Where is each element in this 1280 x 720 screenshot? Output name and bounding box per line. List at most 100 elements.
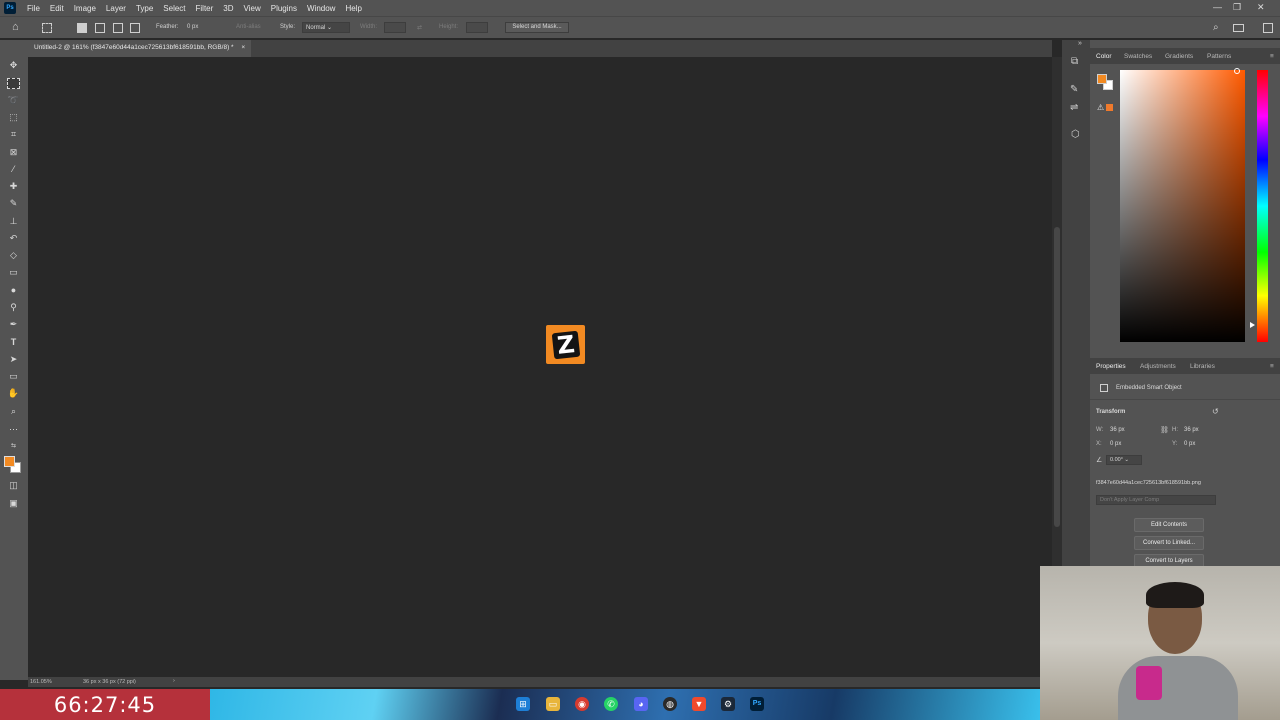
swap-icon[interactable]: ⇄ — [417, 24, 422, 31]
photoshop-logo-icon[interactable]: Ps — [4, 2, 16, 14]
tab-patterns[interactable]: Patterns — [1207, 53, 1231, 60]
hue-slider[interactable] — [1257, 70, 1268, 342]
menu-plugins[interactable]: Plugins — [266, 4, 302, 13]
obs-icon[interactable]: ◍ — [663, 697, 677, 711]
photoshop-taskbar-icon[interactable]: Ps — [750, 697, 764, 711]
restore-icon[interactable]: ❐ — [1233, 2, 1241, 13]
dodge-tool-icon[interactable]: ⚲ — [7, 302, 20, 313]
convert-to-linked-button[interactable]: Convert to Linked... — [1134, 536, 1204, 550]
y-input[interactable]: 0 px — [1184, 441, 1195, 447]
width-input[interactable] — [384, 22, 406, 33]
menu-edit[interactable]: Edit — [45, 4, 69, 13]
move-tool-icon[interactable]: ✥ — [7, 60, 20, 71]
minimize-icon[interactable]: — — [1213, 2, 1222, 12]
gamut-warning-icon[interactable]: ⚠ — [1097, 103, 1104, 112]
eyedropper-tool-icon[interactable]: ⁄ — [7, 164, 20, 175]
file-explorer-icon[interactable]: ▭ — [546, 697, 560, 711]
clone-stamp-tool-icon[interactable]: ⊥ — [7, 216, 20, 227]
panel-menu-icon[interactable]: ≡ — [1270, 53, 1274, 60]
status-menu-icon[interactable]: › — [173, 678, 175, 684]
tab-properties[interactable]: Properties — [1096, 363, 1126, 370]
tab-color[interactable]: Color — [1096, 53, 1112, 60]
color-picker-field[interactable] — [1120, 70, 1245, 342]
brave-icon[interactable]: ▼ — [692, 697, 706, 711]
brush-settings-icon[interactable]: ✎ — [1070, 84, 1078, 95]
pen-tool-icon[interactable]: ✒ — [7, 319, 20, 330]
search-icon[interactable]: ⌕ — [1213, 22, 1219, 33]
document-info[interactable]: 36 px x 36 px (72 ppi) — [83, 679, 136, 685]
color-picker-cursor[interactable] — [1234, 68, 1240, 74]
rectangle-tool-icon[interactable]: ▭ — [7, 371, 20, 382]
tab-libraries[interactable]: Libraries — [1190, 363, 1215, 370]
history-brush-tool-icon[interactable]: ↶ — [7, 233, 20, 244]
link-dimensions-icon[interactable]: ⛓ — [1160, 426, 1169, 434]
3d-panel-icon[interactable]: ⬡ — [1071, 129, 1080, 140]
chrome-icon[interactable]: ◉ — [575, 697, 589, 711]
scrollbar-thumb[interactable] — [1054, 227, 1060, 527]
close-window-icon[interactable]: ✕ — [1257, 2, 1265, 13]
tab-gradients[interactable]: Gradients — [1165, 53, 1193, 60]
tab-adjustments[interactable]: Adjustments — [1140, 363, 1176, 370]
adjust-panel-icon[interactable]: ⇌ — [1070, 102, 1078, 113]
zoom-tool-icon[interactable]: ⌕ — [7, 406, 20, 417]
panel-foreground-swatch[interactable] — [1097, 74, 1107, 84]
menu-select[interactable]: Select — [158, 4, 190, 13]
add-selection-icon[interactable] — [95, 23, 105, 33]
collapse-panels-icon[interactable]: » — [1078, 40, 1082, 47]
type-tool-icon[interactable]: T — [7, 337, 20, 348]
menu-layer[interactable]: Layer — [101, 4, 131, 13]
history-panel-icon[interactable]: ⧉ — [1071, 56, 1078, 67]
object-selection-tool-icon[interactable]: ⬚ — [7, 112, 20, 123]
brush-tool-icon[interactable]: ✎ — [7, 198, 20, 209]
screen-mode-icon[interactable]: ▣ — [7, 498, 20, 509]
canvas-smart-object[interactable]: Z — [546, 325, 585, 364]
eraser-tool-icon[interactable]: ◇ — [7, 250, 20, 261]
healing-brush-tool-icon[interactable]: ✚ — [7, 181, 20, 192]
lasso-tool-icon[interactable]: ➰ — [7, 95, 20, 106]
w-input[interactable]: 36 px — [1110, 427, 1125, 433]
home-icon[interactable]: ⌂ — [12, 21, 19, 33]
menu-help[interactable]: Help — [340, 4, 366, 13]
menu-image[interactable]: Image — [69, 4, 101, 13]
properties-menu-icon[interactable]: ≡ — [1270, 363, 1274, 370]
whatsapp-icon[interactable]: ✆ — [604, 697, 618, 711]
new-selection-icon[interactable] — [77, 23, 87, 33]
path-selection-tool-icon[interactable]: ➤ — [7, 354, 20, 365]
anti-alias-checkbox[interactable]: Anti-alias — [236, 24, 261, 30]
edit-contents-button[interactable]: Edit Contents — [1134, 518, 1204, 532]
reset-transform-icon[interactable]: ↺ — [1212, 407, 1219, 416]
discord-icon[interactable]: ◕ — [634, 697, 648, 711]
style-select[interactable]: Normal ⌄ — [302, 22, 350, 33]
tab-swatches[interactable]: Swatches — [1124, 53, 1152, 60]
share-icon[interactable] — [1263, 23, 1273, 33]
height-input[interactable] — [466, 22, 488, 33]
select-and-mask-button[interactable]: Select and Mask... — [505, 22, 569, 33]
document-tab[interactable]: Untitled-2 @ 161% (f3847e60d44a1cec72561… — [28, 40, 252, 57]
hue-slider-handle[interactable] — [1250, 322, 1255, 328]
intersect-selection-icon[interactable] — [130, 23, 140, 33]
hand-tool-icon[interactable]: ✋ — [7, 388, 20, 399]
steam-icon[interactable]: ⚙ — [721, 697, 735, 711]
menu-type[interactable]: Type — [131, 4, 158, 13]
gamut-color-chip[interactable] — [1106, 104, 1113, 111]
quick-mask-icon[interactable]: ◫ — [7, 480, 20, 491]
subtract-selection-icon[interactable] — [113, 23, 123, 33]
x-input[interactable]: 0 px — [1110, 441, 1121, 447]
marquee-preset-icon[interactable] — [42, 23, 52, 33]
foreground-color-swatch[interactable] — [4, 456, 15, 467]
frame-tool-icon[interactable]: ⊠ — [7, 147, 20, 158]
feather-input[interactable]: 0 px — [187, 24, 198, 30]
more-tools-icon[interactable]: ⋯ — [7, 424, 20, 435]
menu-view[interactable]: View — [239, 4, 266, 13]
blur-tool-icon[interactable]: ● — [7, 285, 20, 296]
layer-comp-select[interactable]: Don't Apply Layer Comp — [1096, 495, 1216, 505]
rectangular-marquee-tool-icon[interactable] — [7, 78, 20, 89]
start-icon[interactable]: ⊞ — [516, 697, 530, 711]
workspace-icon[interactable] — [1233, 24, 1244, 32]
gradient-tool-icon[interactable]: ▭ — [7, 267, 20, 278]
menu-3d[interactable]: 3D — [218, 4, 238, 13]
h-input[interactable]: 36 px — [1184, 427, 1199, 433]
close-tab-icon[interactable]: × — [241, 44, 245, 51]
swap-colors-icon[interactable]: ⇆ — [7, 441, 20, 452]
menu-filter[interactable]: Filter — [191, 4, 219, 13]
